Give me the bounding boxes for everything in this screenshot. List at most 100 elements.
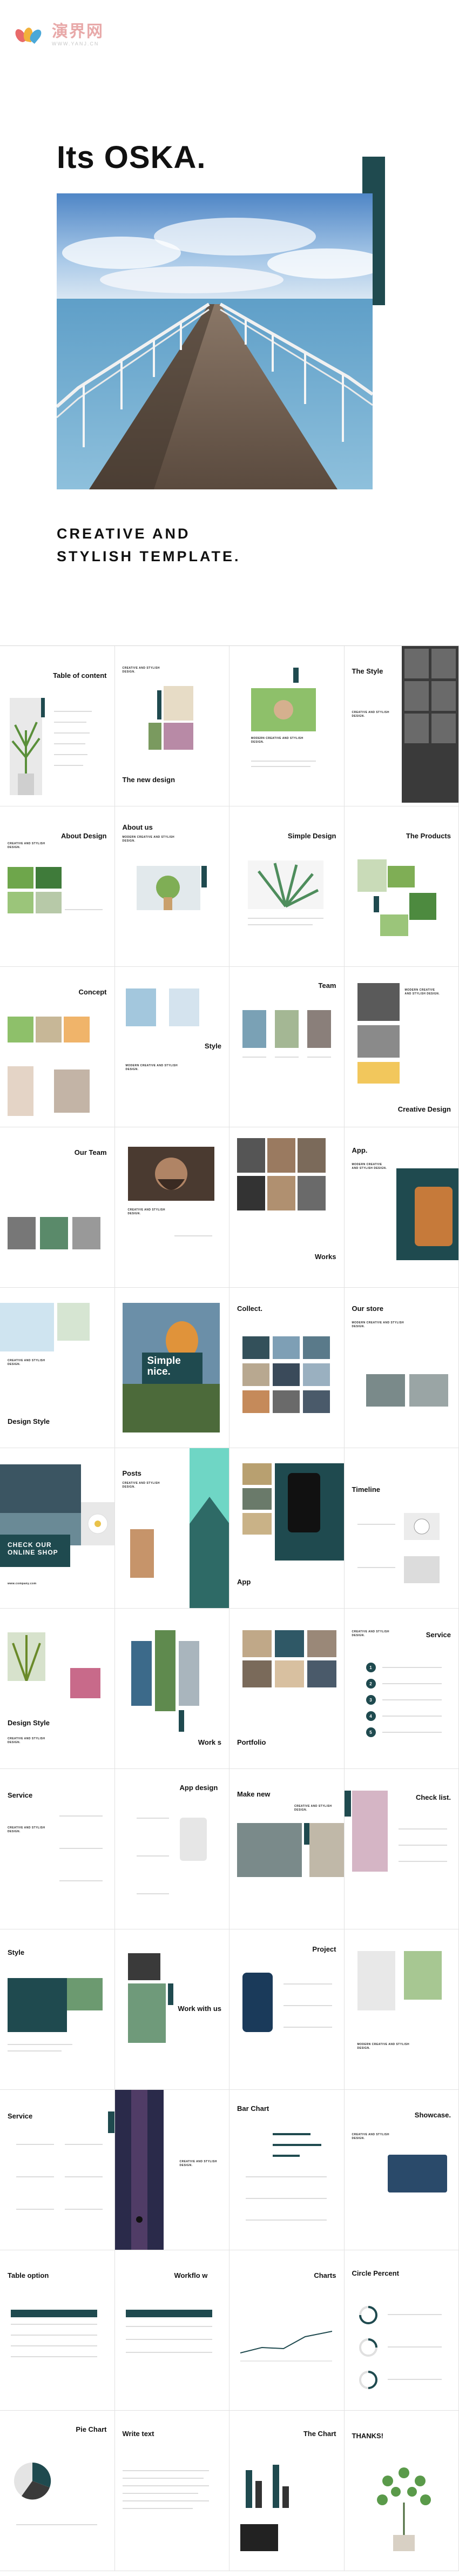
slide-design-style[interactable]: CREATIVE AND STYLISH DESIGN. Design Styl… [0,1288,115,1448]
slide-app[interactable]: App. MODERN CREATIVE AND STYLISH DESIGN. [344,1127,459,1288]
slide-title: Collect. [237,1304,262,1313]
slide-works[interactable]: Works [230,1127,345,1288]
slide-charts[interactable]: Charts [230,2250,345,2411]
slide-thumbnail-grid: Table of content CREATIVE AND STYLISH DE… [0,646,459,2571]
slide-title: Make new [237,1790,271,1798]
slide-pie-chart[interactable]: Pie Chart [0,2411,115,2571]
slide-our-team[interactable]: Our Team [0,1127,115,1288]
slide-photo-feature[interactable]: MODERN CREATIVE AND STYLISH DESIGN. [230,646,345,806]
slide-workflow[interactable]: Workflo w [114,2250,230,2411]
watermark-logo-icon [13,26,48,44]
cover-subtitle: CREATIVE AND STYLISH TEMPLATE. [57,523,241,568]
slide-work-with-us[interactable]: Work with us [114,1929,230,2090]
slide-team[interactable]: Team [230,967,345,1127]
slide-title: Creative Design [397,1105,451,1114]
slide-simple-design[interactable]: Simple Design [230,806,345,967]
slide-project[interactable]: Project [230,1929,345,2090]
slide-title: Charts [314,2271,336,2279]
slide-check-online-shop[interactable]: CHECK OUR ONLINE SHOP www.company.com [0,1448,115,1609]
slide-bar-chart[interactable]: Bar Chart [230,2090,345,2250]
slide-title: Style [204,1042,221,1050]
slide-title: Design Style [8,1417,50,1426]
slide-title: Concept [78,988,107,996]
slide-title: Project [312,1945,336,1953]
slide-title: Table option [8,2271,49,2279]
slide-title: Pie Chart [76,2425,107,2433]
watermark: 演界网 WWW.YANJ.CN [13,23,104,46]
slide-title: Service [8,2112,33,2120]
slide-table-option[interactable]: Table option [0,2250,115,2411]
slide-title: Portfolio [237,1738,266,1747]
slide-title: Design Style [8,1719,50,1727]
slide-service-2[interactable]: Service CREATIVE AND STYLISH DESIGN. [0,1769,115,1929]
watermark-url: WWW.YANJ.CN [52,41,99,46]
slide-title: Showcase. [414,2111,451,2119]
cover-subtitle-line-1: CREATIVE AND [57,526,191,542]
slide-circle-percent[interactable]: Circle Percent [344,2250,459,2411]
slide-title: THANKS! [352,2432,384,2440]
slide-title: Check list. [415,1793,451,1801]
slide-title: Posts [122,1469,141,1477]
slide-title: App design [179,1784,218,1792]
slide-collect[interactable]: Collect. [230,1288,345,1448]
slide-the-new-design[interactable]: CREATIVE AND STYLISH DESIGN. The new des… [114,646,230,806]
presentation-preview: 演界网 WWW.YANJ.CN Its OSKA. CREATIVE AND S… [0,0,459,2576]
slide-title: Timeline [352,1485,381,1494]
slide-design-style-2[interactable]: Design Style CREATIVE AND STYLISH DESIGN… [0,1609,115,1769]
slide-creative-design[interactable]: MODERN CREATIVE AND STYLISH DESIGN. Crea… [344,967,459,1127]
slide-concept[interactable]: Concept [0,967,115,1127]
slide-title: Work with us [178,2005,221,2013]
slide-title: The Chart [303,2430,336,2438]
slide-title: Service [426,1631,451,1639]
slide-title: Bar Chart [237,2104,269,2113]
slide-service[interactable]: CREATIVE AND STYLISH DESIGN. Service 1 2… [344,1609,459,1769]
slide-title: Our Team [74,1148,107,1156]
slide-works-2[interactable]: Work s [114,1609,230,1769]
slide-app-phone[interactable]: App [230,1448,345,1609]
slide-plants[interactable]: MODERN CREATIVE AND STYLISH DESIGN. [344,1929,459,2090]
slide-service-3[interactable]: Service [0,2090,115,2250]
slide-the-chart[interactable]: The Chart [230,2411,345,2571]
slide-title: Service [8,1791,33,1799]
slide-app-design[interactable]: App design [114,1769,230,1929]
slide-style[interactable]: Style MODERN CREATIVE AND STYLISH DESIGN… [114,967,230,1127]
slide-showcase[interactable]: Showcase. CREATIVE AND STYLISH DESIGN. [344,2090,459,2250]
slide-title: Work s [198,1738,221,1747]
slide-make-new[interactable]: Make new CREATIVE AND STYLISH DESIGN. [230,1769,345,1929]
slide-title: About us [122,823,153,831]
slide-title: The Products [406,832,451,840]
slide-title: About Design [61,832,107,840]
slide-title: Team [318,981,336,990]
slide-write-text[interactable]: Write text [114,2411,230,2571]
slide-starry-sky[interactable]: CREATIVE AND STYLISH DESIGN. [114,2090,230,2250]
slide-about-us[interactable]: About us MODERN CREATIVE AND STYLISH DES… [114,806,230,967]
slide-style-2[interactable]: Style [0,1929,115,2090]
slide-posts[interactable]: Posts CREATIVE AND STYLISH DESIGN. [114,1448,230,1609]
cover-photo-pier [57,193,373,489]
cover-subtitle-line-2: STYLISH TEMPLATE. [57,548,241,564]
slide-portrait[interactable]: CREATIVE AND STYLISH DESIGN. [114,1127,230,1288]
slide-portfolio[interactable]: Portfolio [230,1609,345,1769]
slide-the-style[interactable]: The Style CREATIVE AND STYLISH DESIGN. [344,646,459,806]
slide-thanks[interactable]: THANKS! [344,2411,459,2571]
slide-check-list[interactable]: Check list. [344,1769,459,1929]
cover-title: Its OSKA. [57,140,206,175]
slide-title: Workflo w [174,2271,208,2279]
watermark-text: 演界网 [52,23,104,41]
slide-title: Works [315,1253,336,1261]
slide-title: Table of content [53,671,107,680]
slide-title: Our store [352,1304,384,1313]
slide-title: The new design [122,776,176,784]
slide-our-store[interactable]: Our store MODERN CREATIVE AND STYLISH DE… [344,1288,459,1448]
slide-title: App [237,1578,251,1586]
slide-title: Simple nice. [147,1355,181,1377]
slide-title: Write text [122,2430,154,2438]
slide-the-products[interactable]: The Products [344,806,459,967]
slide-table-of-content[interactable]: Table of content [0,646,115,806]
slide-title: Circle Percent [352,2269,399,2277]
slide-about-design[interactable]: About Design CREATIVE AND STYLISH DESIGN… [0,806,115,967]
slide-title: CHECK OUR ONLINE SHOP [8,1541,58,1557]
slide-timeline[interactable]: Timeline [344,1448,459,1609]
slide-simple-nice[interactable]: Simple nice. [114,1288,230,1448]
slide-title: App. [352,1146,368,1154]
